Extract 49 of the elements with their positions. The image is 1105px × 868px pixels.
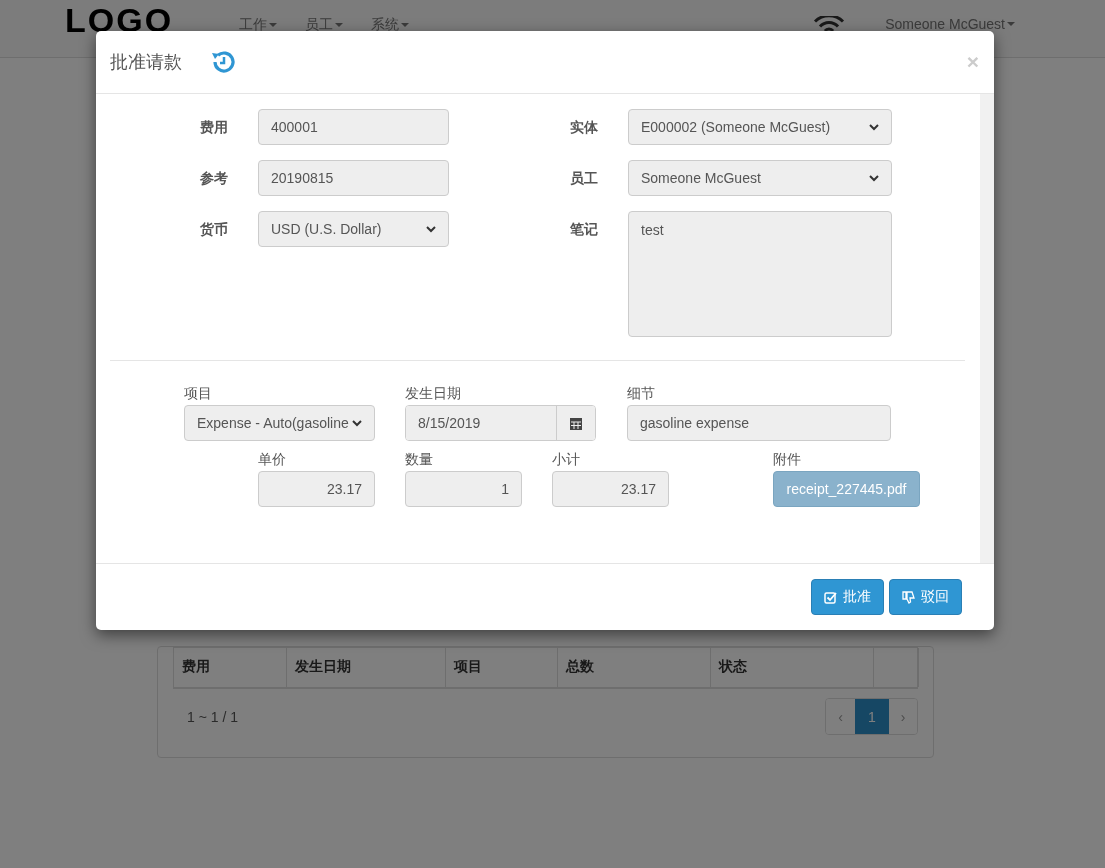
select-field[interactable]: Expense - Auto(gasoline (184, 405, 375, 441)
field-label: 细节 (627, 385, 656, 403)
history-icon[interactable] (210, 50, 236, 74)
field-label: 单价 (258, 451, 287, 469)
column-header: 发生日期 (287, 648, 446, 687)
dialog-title: 批准请款 (110, 51, 182, 74)
approve-button[interactable]: 批准 (811, 579, 884, 615)
input-field[interactable]: 400001 (258, 109, 449, 145)
input-field[interactable]: 20190815 (258, 160, 449, 196)
field-label: 实体 (570, 118, 599, 137)
page-summary: 1 ~ 1 / 1 (187, 708, 238, 725)
column-header: 费用 (174, 648, 287, 687)
scrollbar[interactable] (980, 94, 994, 563)
field-label: 笔记 (570, 220, 599, 239)
column-header: 状态 (711, 648, 874, 687)
column-header: 总数 (558, 648, 711, 687)
thumbs-down-icon (902, 590, 915, 604)
caret-icon (269, 23, 278, 27)
select-field[interactable]: USD (U.S. Dollar) (258, 211, 449, 247)
select-field[interactable]: Someone McGuest (628, 160, 892, 196)
field-label: 参考 (200, 169, 229, 188)
caret-icon (401, 23, 410, 27)
field-label: 员工 (570, 169, 599, 188)
input-field[interactable]: 1 (405, 471, 522, 507)
date-field[interactable]: 8/15/2019 (405, 405, 596, 441)
input-field[interactable]: 23.17 (552, 471, 669, 507)
column-header: 项目 (446, 648, 558, 687)
chevron-down-icon (426, 225, 436, 233)
field-label: 费用 (200, 118, 229, 137)
input-field[interactable]: gasoline expense (627, 405, 891, 441)
field-label: 发生日期 (405, 385, 462, 403)
checkbox-icon (824, 590, 837, 604)
field-label: 小计 (552, 451, 581, 469)
reject-button[interactable]: 驳回 (889, 579, 962, 615)
field-label: 数量 (405, 451, 434, 469)
field-label: 附件 (773, 451, 802, 469)
calendar-icon[interactable] (570, 416, 582, 430)
chevron-down-icon (869, 174, 879, 182)
notes-field[interactable]: test (628, 211, 892, 337)
wifi-icon (813, 16, 846, 32)
caret-icon (1007, 22, 1015, 26)
caret-icon (335, 23, 344, 27)
select-field[interactable]: E000002 (Someone McGuest) (628, 109, 892, 145)
field-label: 项目 (184, 385, 213, 403)
input-field[interactable]: 23.17 (258, 471, 375, 507)
chevron-down-icon (869, 123, 879, 131)
field-label: 货币 (200, 220, 229, 239)
chevron-down-icon (352, 419, 362, 427)
logo: LOGO (65, 3, 174, 37)
